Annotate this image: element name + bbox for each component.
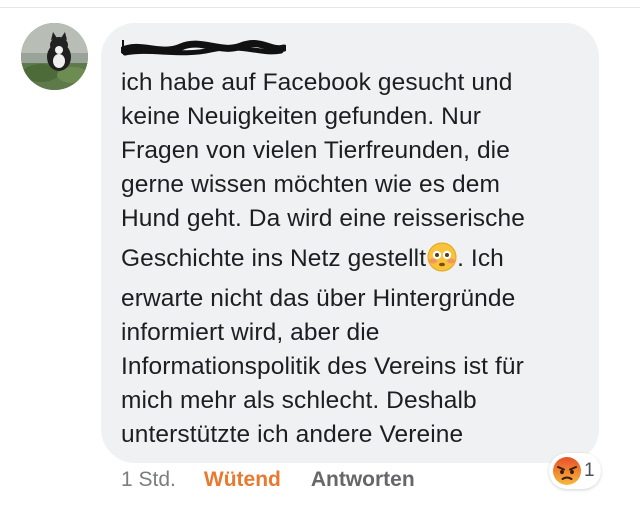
comment-line-part: . Ich — [457, 245, 504, 272]
comment-line: unterstützte ich andere Vereine — [121, 421, 464, 448]
flushed-face-icon — [427, 242, 457, 272]
author-name-redacted — [121, 40, 286, 56]
comment-line-part: Geschichte ins Netz gestellt — [121, 245, 427, 272]
avatar[interactable] — [21, 23, 88, 90]
reply-button[interactable]: Antworten — [311, 468, 415, 491]
comment-line: gerne wissen möchten wie es dem — [121, 171, 500, 198]
comment-line: Informationspolitik des Vereins ist für — [121, 353, 524, 380]
comment-line: keine Neuigkeiten gefunden. Nur — [121, 103, 481, 130]
comment-text: ich habe auf Facebook gesucht und keine … — [121, 66, 591, 452]
comment-actions: 1 Std. Wütend Antworten — [121, 466, 415, 494]
comment-line: erwarte nicht das über Hintergründe — [121, 285, 516, 312]
reaction-button[interactable]: Wütend — [204, 468, 281, 491]
top-divider — [0, 7, 640, 8]
angry-face-icon — [553, 457, 581, 485]
comment-line: ich habe auf Facebook gesucht und — [121, 69, 513, 96]
comment-line: mich mehr als schlecht. Deshalb — [121, 387, 477, 414]
comment-line: Geschichte ins Netz gestellt . Ich — [121, 236, 591, 282]
comment-line: informiert wird, aber die — [121, 319, 380, 346]
reaction-summary[interactable]: 1 — [549, 453, 601, 489]
comment-line: Hund geht. Da wird eine reisserische — [121, 205, 525, 232]
comment-timestamp[interactable]: 1 Std. — [121, 468, 176, 491]
avatar-photo — [21, 23, 88, 90]
comment-line: Fragen von vielen Tierfreunden, die — [121, 137, 510, 164]
reaction-count: 1 — [584, 460, 595, 481]
